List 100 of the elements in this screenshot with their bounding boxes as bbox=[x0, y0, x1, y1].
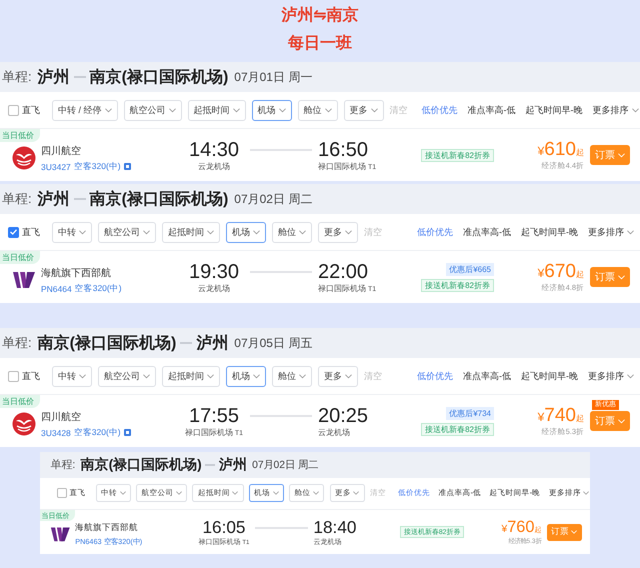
sort-option[interactable]: 低价优先 bbox=[415, 226, 455, 238]
chevron-down-icon bbox=[632, 108, 639, 112]
direct-checkbox[interactable] bbox=[8, 226, 19, 238]
chevron-down-icon bbox=[253, 230, 260, 234]
tag: 当日低价 bbox=[0, 395, 40, 408]
aircraft-type: 空客320(中) bbox=[74, 160, 121, 172]
filter-dropdown[interactable]: 舱位 bbox=[272, 222, 312, 242]
chevron-down-icon bbox=[143, 230, 150, 234]
filter-dropdown[interactable]: 起抵时间 bbox=[188, 100, 246, 120]
filter-dropdown[interactable]: 机场 bbox=[226, 222, 266, 242]
filter-dropdown[interactable]: 中转 bbox=[52, 222, 92, 242]
chevron-down-icon bbox=[583, 491, 590, 496]
sort-option[interactable]: 起飞时间早-晚 bbox=[488, 488, 542, 498]
departure-time: 14:30 bbox=[188, 138, 240, 160]
flight-number: 3U3428 bbox=[41, 428, 71, 438]
filter-dropdown[interactable]: 起抵时间 bbox=[192, 484, 244, 502]
route-title: 泸州⇋南京 bbox=[281, 7, 359, 25]
departure-city: 泸州 bbox=[38, 68, 70, 88]
departure-time: 19:30 bbox=[188, 260, 240, 282]
filter-dropdown[interactable]: 机场 bbox=[226, 366, 266, 386]
square-icon[interactable] bbox=[124, 429, 131, 436]
filter-dropdown[interactable]: 机场 bbox=[252, 100, 292, 120]
sort-option[interactable]: 准点率高-低 bbox=[461, 226, 513, 238]
sort-option[interactable]: 低价优先 bbox=[396, 488, 432, 498]
filter-dropdown[interactable]: 中转 bbox=[52, 366, 92, 386]
filter-dropdown[interactable]: 中转 bbox=[96, 484, 131, 502]
filter-dropdown[interactable]: 更多 bbox=[344, 100, 384, 120]
filter-dropdown[interactable]: 中转 / 经停 bbox=[52, 100, 118, 120]
sort-option[interactable]: 准点率高-低 bbox=[436, 488, 483, 498]
chevron-down-icon bbox=[345, 374, 352, 378]
filter-dropdown[interactable]: 更多 bbox=[318, 222, 358, 242]
price: 610 bbox=[544, 139, 576, 161]
sort-option[interactable]: 低价优先 bbox=[415, 370, 455, 382]
chevron-down-icon bbox=[324, 108, 332, 112]
filter-dropdown[interactable]: 航空公司 bbox=[136, 484, 188, 502]
route-dash bbox=[74, 198, 86, 200]
chevron-down-icon bbox=[345, 230, 352, 234]
sort-option[interactable]: 起飞时间早-晚 bbox=[519, 226, 580, 238]
square-icon[interactable] bbox=[124, 163, 131, 170]
trip-type-label: 单程: bbox=[2, 190, 32, 208]
arrival-airport: 禄口国际机场 bbox=[318, 284, 366, 292]
price: 760 bbox=[507, 518, 534, 538]
sort-option[interactable]: 更多排序 bbox=[590, 104, 640, 116]
direct-checkbox[interactable] bbox=[8, 104, 19, 116]
direct-checkbox[interactable] bbox=[8, 370, 19, 382]
filter-dropdown[interactable]: 起抵时间 bbox=[162, 222, 220, 242]
route-dash bbox=[74, 76, 86, 78]
arrival-time: 22:00 bbox=[318, 260, 368, 282]
departure-airport: 云龙机场 bbox=[198, 284, 230, 292]
price: 740 bbox=[544, 405, 576, 427]
filter-dropdown[interactable]: 舱位 bbox=[298, 100, 338, 120]
departure-airport: 禄口国际机场 bbox=[184, 428, 233, 436]
sort-option[interactable]: 更多排序 bbox=[547, 488, 592, 498]
trip-type-label: 单程: bbox=[50, 458, 76, 472]
tag: 当日低价 bbox=[0, 129, 40, 142]
price-suffix: 起 bbox=[576, 147, 584, 158]
frequency-title: 每日一班 bbox=[288, 35, 352, 53]
filter-dropdown[interactable]: 更多 bbox=[318, 366, 358, 386]
departure-city: 南京(禄口国际机场) bbox=[38, 333, 176, 354]
sort-option[interactable]: 准点率高-低 bbox=[461, 370, 513, 382]
arrival-airport: 云龙机场 bbox=[318, 428, 350, 436]
chevron-down-icon bbox=[232, 491, 238, 496]
filter-dropdown[interactable]: 更多 bbox=[330, 484, 365, 502]
route-dash bbox=[180, 342, 192, 344]
direct-flight-label: 直飞 bbox=[69, 488, 86, 498]
sort-option[interactable]: 更多排序 bbox=[586, 370, 636, 382]
flight-number: 3U3427 bbox=[41, 162, 71, 172]
sort-option[interactable]: 准点率高-低 bbox=[466, 104, 518, 116]
filter-dropdown[interactable]: 舱位 bbox=[289, 484, 324, 502]
departure-airport: 云龙机场 bbox=[198, 162, 230, 170]
chevron-down-icon bbox=[618, 418, 625, 424]
chevron-down-icon bbox=[168, 108, 176, 112]
chevron-down-icon bbox=[299, 230, 306, 234]
sort-option[interactable]: 更多排序 bbox=[586, 226, 636, 238]
filter-dropdown[interactable]: 航空公司 bbox=[98, 222, 156, 242]
direct-flight-label: 直飞 bbox=[22, 370, 40, 382]
filter-dropdown[interactable]: 舱位 bbox=[272, 366, 312, 386]
chevron-down-icon bbox=[278, 108, 286, 112]
sort-option[interactable]: 起飞时间早-晚 bbox=[519, 370, 580, 382]
chevron-down-icon bbox=[627, 230, 634, 234]
arrival-city: 泸州 bbox=[218, 456, 247, 474]
chevron-down-icon bbox=[618, 274, 625, 280]
flight-date: 07月02日 周二 bbox=[252, 458, 318, 472]
direct-checkbox[interactable] bbox=[57, 488, 67, 498]
filter-dropdown[interactable]: 航空公司 bbox=[124, 100, 182, 120]
sort-option[interactable]: 起飞时间早-晚 bbox=[524, 104, 585, 116]
filter-dropdown[interactable]: 航空公司 bbox=[98, 366, 156, 386]
airline-name: 海航旗下西部航 bbox=[41, 266, 112, 280]
departure-time: 16:05 bbox=[202, 518, 246, 537]
filter-dropdown[interactable]: 起抵时间 bbox=[162, 366, 220, 386]
route-dash bbox=[205, 464, 216, 466]
flight-date: 07月05日 周五 bbox=[234, 334, 312, 352]
trip-type-label: 单程: bbox=[2, 68, 32, 86]
filter-dropdown[interactable]: 机场 bbox=[248, 484, 284, 502]
chevron-down-icon bbox=[618, 152, 625, 158]
sort-option[interactable]: 低价优先 bbox=[420, 104, 460, 116]
flight-date: 07月01日 周一 bbox=[234, 68, 312, 86]
arrival-city: 泸州 bbox=[196, 334, 228, 354]
chevron-down-icon bbox=[207, 374, 214, 378]
chevron-down-icon bbox=[353, 491, 360, 496]
